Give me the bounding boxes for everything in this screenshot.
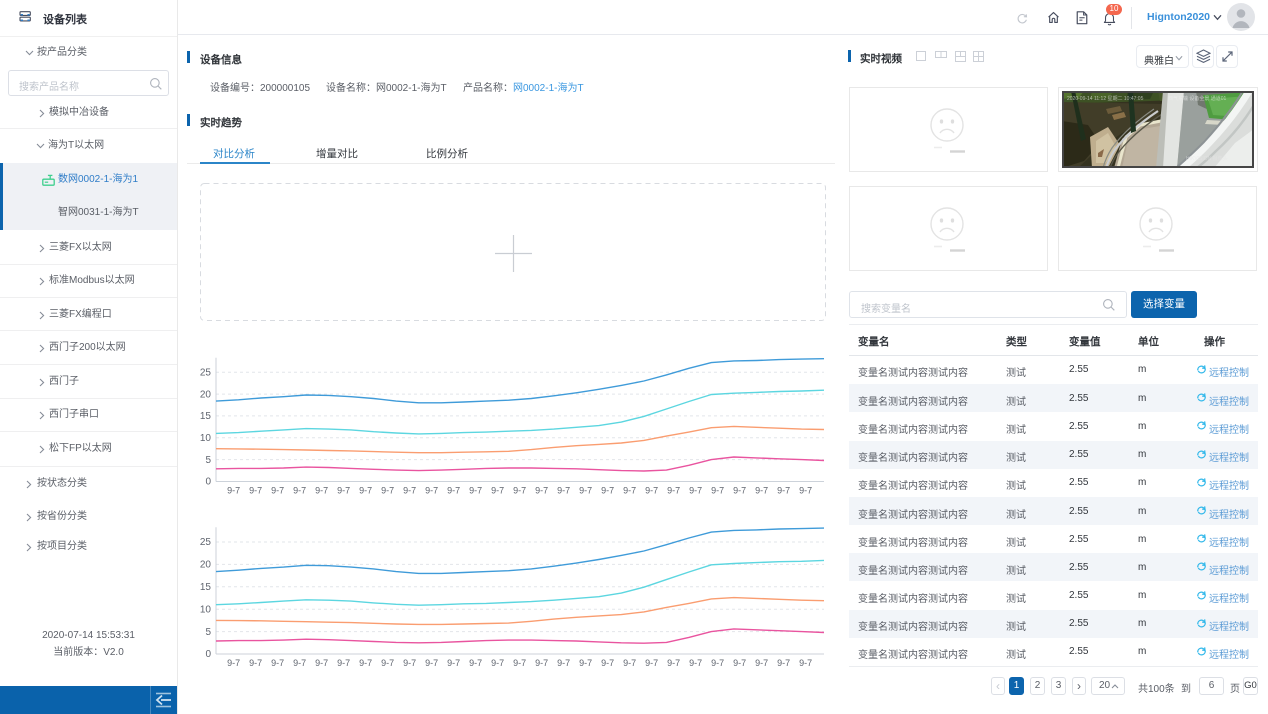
svg-text:0: 0	[205, 477, 211, 488]
svg-text:9-7: 9-7	[293, 658, 306, 668]
svg-text:9-7: 9-7	[271, 486, 284, 496]
svg-text:9-7: 9-7	[249, 658, 262, 668]
svg-text:9-7: 9-7	[447, 486, 460, 496]
svg-text:9-7: 9-7	[557, 658, 570, 668]
svg-text:9-7: 9-7	[315, 486, 328, 496]
svg-text:9-7: 9-7	[623, 486, 636, 496]
svg-text:9-7: 9-7	[381, 658, 394, 668]
svg-text:20: 20	[200, 389, 212, 400]
svg-text:2020-09-14 11:12 星期二 10:47:05: 2020-09-14 11:12 星期二 10:47:05	[1067, 96, 1144, 102]
svg-text:9-7: 9-7	[469, 486, 482, 496]
svg-text:9-7: 9-7	[359, 658, 372, 668]
svg-text:9-7: 9-7	[513, 486, 526, 496]
svg-text:15: 15	[200, 411, 212, 422]
svg-text:西气东输 设备全景 通道01: 西气东输 设备全景 通道01	[1168, 95, 1227, 102]
svg-text:9-7: 9-7	[403, 486, 416, 496]
svg-text:9-7: 9-7	[711, 486, 724, 496]
svg-text:9-7: 9-7	[249, 486, 262, 496]
svg-text:10: 10	[200, 604, 212, 615]
svg-text:9-7: 9-7	[755, 486, 768, 496]
svg-text:9-7: 9-7	[623, 658, 636, 668]
svg-text:9-7: 9-7	[513, 658, 526, 668]
svg-text:9-7: 9-7	[777, 486, 790, 496]
svg-text:9-7: 9-7	[425, 658, 438, 668]
svg-text:9-7: 9-7	[711, 658, 724, 668]
svg-text:9-7: 9-7	[337, 486, 350, 496]
svg-text:5: 5	[205, 455, 211, 466]
svg-text:9-7: 9-7	[535, 486, 548, 496]
svg-text:9-7: 9-7	[799, 486, 812, 496]
svg-text:9-7: 9-7	[381, 486, 394, 496]
svg-text:9-7: 9-7	[689, 658, 702, 668]
svg-text:9-7: 9-7	[447, 658, 460, 668]
svg-text:9-7: 9-7	[755, 658, 768, 668]
svg-text:9-7: 9-7	[293, 486, 306, 496]
svg-text:9-7: 9-7	[777, 658, 790, 668]
svg-text:9-7: 9-7	[579, 658, 592, 668]
svg-text:9-7: 9-7	[469, 658, 482, 668]
svg-text:9-7: 9-7	[601, 486, 614, 496]
svg-text:9-7: 9-7	[227, 486, 240, 496]
svg-text:10: 10	[200, 433, 212, 444]
svg-text:5: 5	[205, 627, 211, 638]
svg-text:0: 0	[205, 649, 211, 660]
svg-text:9-7: 9-7	[227, 658, 240, 668]
svg-text:9-7: 9-7	[601, 658, 614, 668]
svg-text:9-7: 9-7	[579, 486, 592, 496]
svg-text:9-7: 9-7	[359, 486, 372, 496]
svg-text:9-7: 9-7	[535, 658, 548, 668]
svg-text:9-7: 9-7	[667, 486, 680, 496]
svg-text:9-7: 9-7	[337, 658, 350, 668]
svg-text:9-7: 9-7	[315, 658, 328, 668]
svg-text:9-7: 9-7	[733, 486, 746, 496]
svg-text:15: 15	[200, 582, 212, 593]
svg-text:HIKVISION 摄像头: HIKVISION 摄像头	[1186, 155, 1228, 162]
svg-text:25: 25	[200, 367, 212, 378]
svg-text:20: 20	[200, 560, 212, 571]
svg-text:9-7: 9-7	[425, 486, 438, 496]
svg-text:9-7: 9-7	[645, 486, 658, 496]
svg-text:9-7: 9-7	[667, 658, 680, 668]
svg-text:9-7: 9-7	[689, 486, 702, 496]
svg-text:9-7: 9-7	[557, 486, 570, 496]
svg-text:9-7: 9-7	[733, 658, 746, 668]
svg-text:9-7: 9-7	[271, 658, 284, 668]
svg-text:9-7: 9-7	[799, 658, 812, 668]
svg-text:9-7: 9-7	[403, 658, 416, 668]
svg-text:9-7: 9-7	[491, 486, 504, 496]
svg-text:25: 25	[200, 537, 212, 548]
svg-text:9-7: 9-7	[645, 658, 658, 668]
svg-text:9-7: 9-7	[491, 658, 504, 668]
